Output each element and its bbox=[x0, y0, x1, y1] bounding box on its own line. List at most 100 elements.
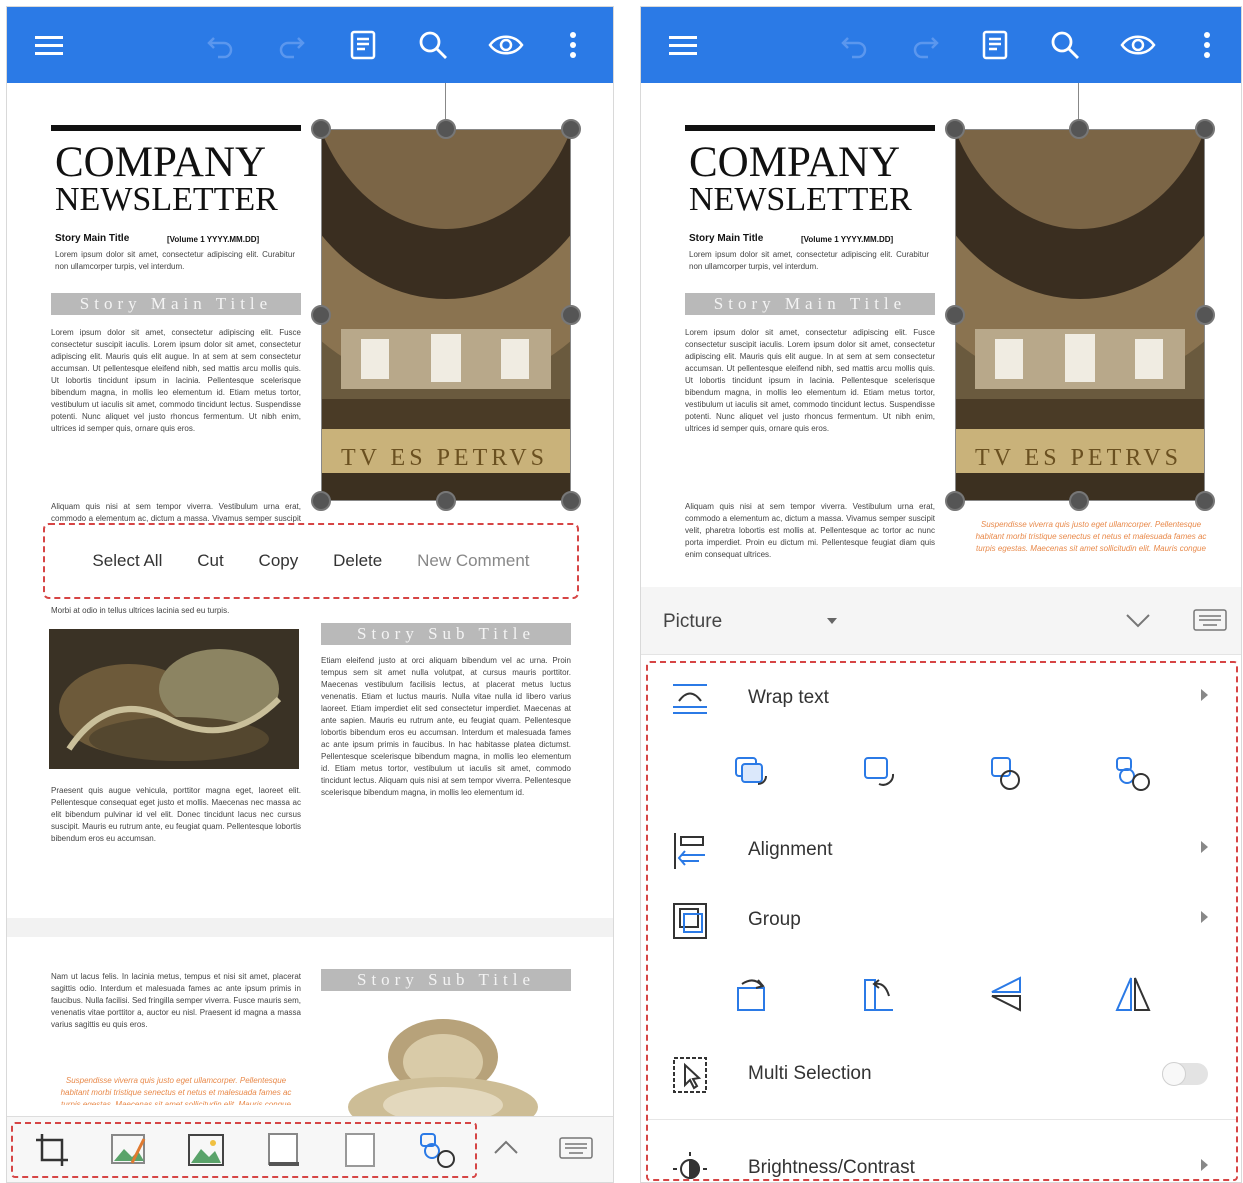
body-text-2: Aliquam quis nisi at sem tempor viverra.… bbox=[685, 502, 935, 559]
story-sub-title-bar-2: Story Sub Title bbox=[321, 969, 571, 991]
flip-horizontal-icon[interactable] bbox=[1111, 972, 1155, 1016]
rotate-right-icon[interactable] bbox=[730, 972, 774, 1016]
toggle-knob bbox=[1162, 1062, 1186, 1086]
wrap-text-row[interactable]: Wrap text bbox=[648, 663, 1236, 733]
resize-handle-bottom-right[interactable] bbox=[561, 491, 581, 511]
document-page-2[interactable]: Nam ut lacus felis. In lacinia metus, te… bbox=[7, 937, 613, 1117]
arrange-icons-row bbox=[648, 739, 1236, 809]
resize-handle-bottom-right[interactable] bbox=[1195, 491, 1215, 511]
more-vert-icon[interactable] bbox=[1191, 29, 1223, 61]
story-main-title-label: Story Main Title bbox=[55, 233, 130, 244]
object-type-label[interactable]: Picture bbox=[663, 611, 722, 633]
alignment-icon bbox=[670, 831, 710, 871]
selection-frame bbox=[321, 129, 571, 501]
body-text-3: Morbi at odio in tellus ultrices lacinia… bbox=[51, 606, 230, 615]
search-icon[interactable] bbox=[417, 29, 449, 61]
brightness-contrast-label: Brightness/Contrast bbox=[748, 1157, 915, 1178]
rotate-flip-icons-row bbox=[648, 959, 1236, 1029]
border-icon[interactable] bbox=[340, 1130, 380, 1170]
resize-handle-right[interactable] bbox=[561, 305, 581, 325]
rotate-left-icon[interactable] bbox=[857, 972, 901, 1016]
company-title: COMPANY bbox=[55, 139, 267, 186]
keyboard-icon[interactable] bbox=[1193, 609, 1227, 638]
alignment-row[interactable]: Alignment bbox=[648, 815, 1236, 885]
group-row[interactable]: Group bbox=[648, 885, 1236, 955]
body-text-2: Aliquam quis nisi at sem tempor viverra.… bbox=[51, 502, 301, 523]
intro-text: Lorem ipsum dolor sit amet, consectetur … bbox=[689, 250, 929, 271]
wrap-text-label: Wrap text bbox=[748, 687, 829, 708]
bring-to-front-icon[interactable] bbox=[984, 752, 1028, 796]
menu-icon[interactable] bbox=[667, 29, 699, 61]
header-rule bbox=[51, 125, 301, 131]
undo-icon[interactable] bbox=[839, 29, 871, 61]
multi-selection-icon bbox=[670, 1055, 710, 1095]
company-title: COMPANY bbox=[689, 139, 901, 186]
menu-icon[interactable] bbox=[33, 29, 65, 61]
document-page-1[interactable]: COMPANY NEWSLETTER Story Main Title [Vol… bbox=[7, 83, 613, 918]
flip-vertical-icon[interactable] bbox=[984, 972, 1028, 1016]
multi-selection-row[interactable]: Multi Selection bbox=[648, 1039, 1236, 1109]
resize-handle-top[interactable] bbox=[1069, 119, 1089, 139]
caret-down-icon[interactable] bbox=[827, 618, 837, 624]
crop-icon[interactable] bbox=[32, 1130, 72, 1170]
group-label: Group bbox=[748, 909, 801, 930]
send-backward-icon[interactable] bbox=[857, 752, 901, 796]
app-toolbar-right bbox=[641, 7, 1241, 83]
document-page-right[interactable]: COMPANY NEWSLETTER Story Main Title [Vol… bbox=[641, 83, 1241, 587]
select-all-button[interactable]: Select All bbox=[92, 551, 162, 571]
picture-icon[interactable] bbox=[186, 1130, 226, 1170]
newsletter-title: NEWSLETTER bbox=[689, 181, 912, 218]
resize-handle-bottom[interactable] bbox=[1069, 491, 1089, 511]
resize-handle-top-right[interactable] bbox=[561, 119, 581, 139]
eye-icon[interactable] bbox=[487, 29, 525, 61]
picture-options-panel: Wrap text Alignment Group Multi Selectio… bbox=[646, 661, 1238, 1182]
more-vert-icon[interactable] bbox=[557, 29, 589, 61]
undo-icon[interactable] bbox=[205, 29, 237, 61]
right-screen: COMPANY NEWSLETTER Story Main Title [Vol… bbox=[640, 6, 1242, 1183]
armchair-picture[interactable] bbox=[343, 1017, 543, 1117]
chevron-down-icon[interactable] bbox=[1125, 613, 1151, 634]
resize-handle-top-left[interactable] bbox=[311, 119, 331, 139]
arrange-icon[interactable] bbox=[417, 1130, 457, 1170]
document-icon[interactable] bbox=[979, 29, 1011, 61]
copy-button[interactable]: Copy bbox=[259, 551, 299, 571]
bring-forward-icon[interactable] bbox=[730, 752, 774, 796]
resize-handle-left[interactable] bbox=[945, 305, 965, 325]
resize-handle-top[interactable] bbox=[436, 119, 456, 139]
multi-selection-toggle[interactable] bbox=[1162, 1062, 1208, 1086]
resize-handle-right[interactable] bbox=[1195, 305, 1215, 325]
volume-label: [Volume 1 YYYY.MM.DD] bbox=[801, 235, 894, 244]
picture-options-sheet: Picture Wrap text Alignment Group Multi … bbox=[641, 587, 1241, 1182]
resize-handle-bottom-left[interactable] bbox=[945, 491, 965, 511]
delete-button[interactable]: Delete bbox=[333, 551, 382, 571]
resize-handle-bottom[interactable] bbox=[436, 491, 456, 511]
chevron-up-icon[interactable] bbox=[493, 1139, 519, 1160]
left-screen: COMPANY NEWSLETTER Story Main Title [Vol… bbox=[6, 6, 614, 1183]
document-icon[interactable] bbox=[347, 29, 379, 61]
resize-handle-left[interactable] bbox=[311, 305, 331, 325]
picture-toolbar bbox=[7, 1116, 613, 1182]
story-main-title-bar: Story Main Title bbox=[685, 293, 935, 315]
story-sub-title-bar-1: Story Sub Title bbox=[321, 623, 571, 645]
cut-button[interactable]: Cut bbox=[197, 551, 223, 571]
multi-selection-label: Multi Selection bbox=[748, 1063, 872, 1084]
send-to-back-icon[interactable] bbox=[1111, 752, 1155, 796]
new-comment-button[interactable]: New Comment bbox=[417, 551, 529, 571]
shadow-icon[interactable] bbox=[263, 1130, 303, 1170]
resize-handle-bottom-left[interactable] bbox=[311, 491, 331, 511]
shoes-picture[interactable] bbox=[49, 629, 299, 769]
keyboard-icon[interactable] bbox=[559, 1137, 593, 1166]
newsletter-title: NEWSLETTER bbox=[55, 181, 278, 218]
selection-frame bbox=[955, 129, 1205, 501]
redo-icon[interactable] bbox=[275, 29, 307, 61]
redo-icon[interactable] bbox=[909, 29, 941, 61]
resize-handle-top-left[interactable] bbox=[945, 119, 965, 139]
search-icon[interactable] bbox=[1049, 29, 1081, 61]
body-text: Lorem ipsum dolor sit amet, consectetur … bbox=[685, 328, 935, 433]
picture-tools-strip bbox=[11, 1122, 477, 1178]
edit-picture-icon[interactable] bbox=[109, 1130, 149, 1170]
brightness-contrast-row[interactable]: Brightness/Contrast bbox=[648, 1133, 1236, 1182]
eye-icon[interactable] bbox=[1119, 29, 1157, 61]
story-main-title-label: Story Main Title bbox=[689, 233, 764, 244]
resize-handle-top-right[interactable] bbox=[1195, 119, 1215, 139]
